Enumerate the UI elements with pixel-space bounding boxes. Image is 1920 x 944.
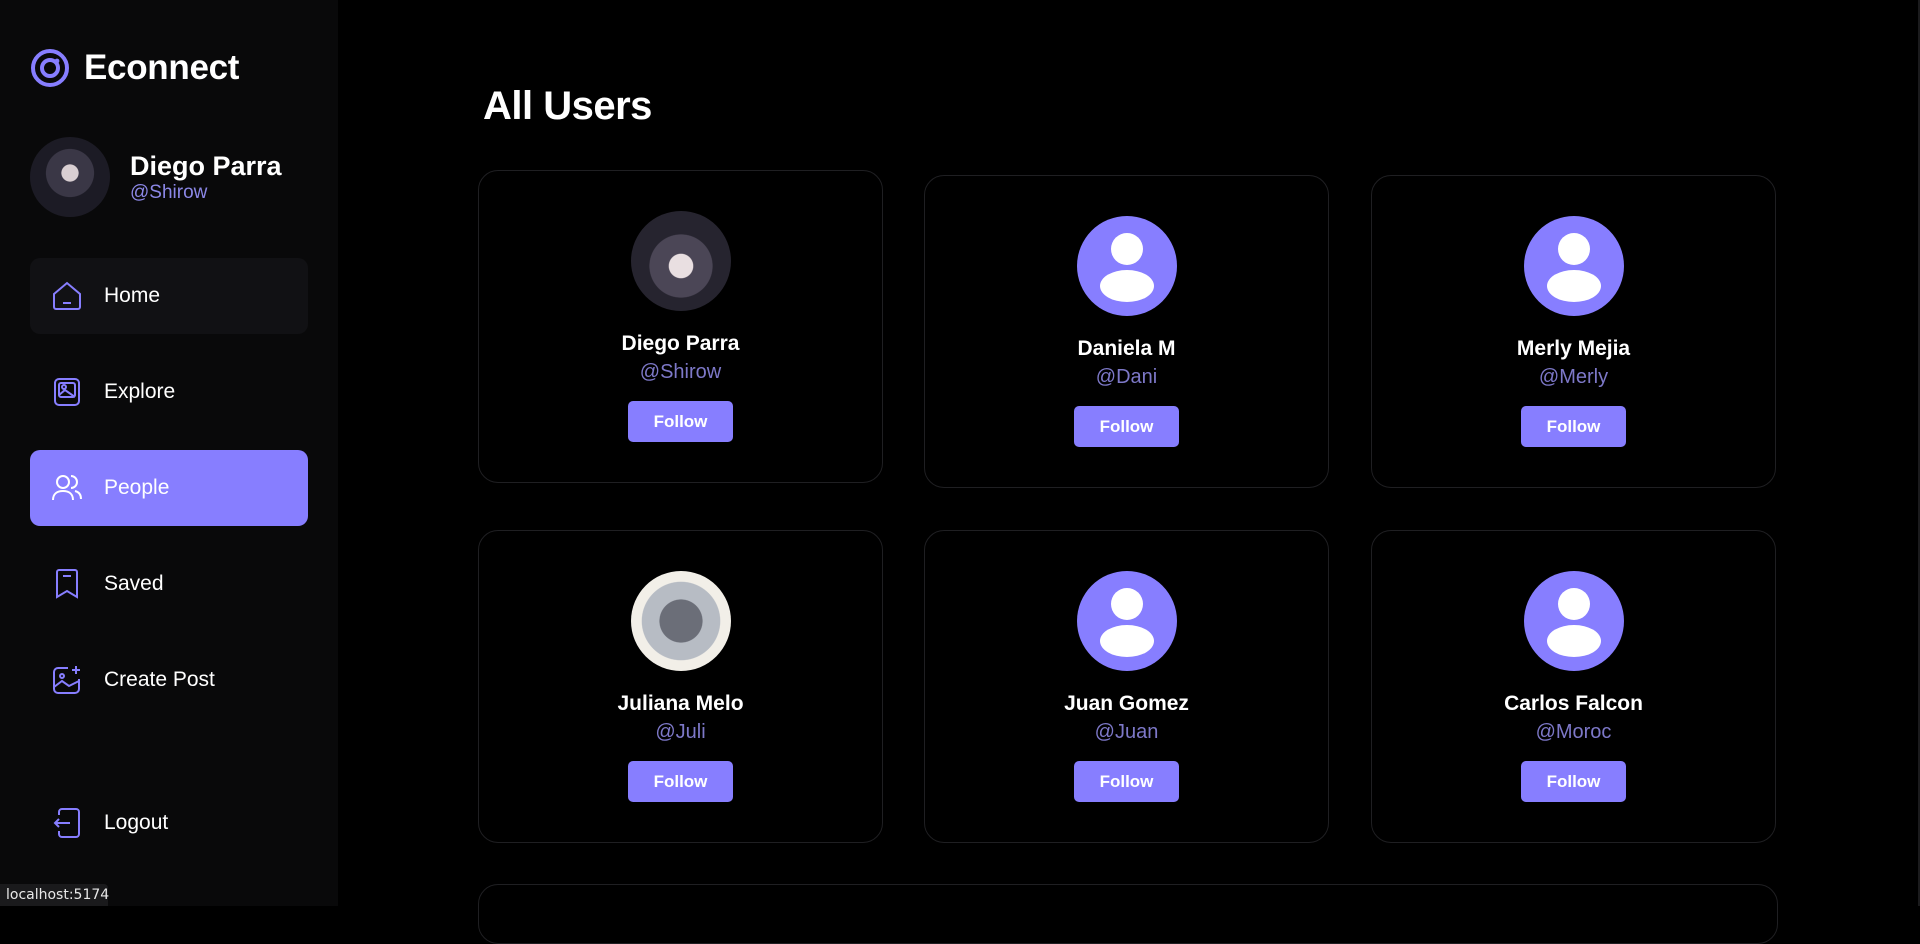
- add-image-icon: [50, 663, 84, 697]
- profile-link[interactable]: Diego Parra @Shirow: [30, 137, 282, 217]
- user-handle: @Juan: [1094, 721, 1159, 743]
- follow-button[interactable]: Follow: [1074, 761, 1179, 802]
- home-icon: [50, 279, 84, 313]
- user-card: Diego Parra @Shirow Follow: [478, 170, 883, 483]
- nav-explore-label: Explore: [104, 380, 176, 403]
- user-card: [478, 884, 1778, 944]
- follow-button[interactable]: Follow: [1521, 761, 1626, 802]
- user-card: Merly Mejia @Merly Follow: [1371, 175, 1776, 488]
- follow-button[interactable]: Follow: [628, 761, 733, 802]
- user-name: Juan Gomez: [1064, 692, 1189, 715]
- people-icon: [50, 471, 84, 505]
- user-icon[interactable]: [1523, 216, 1624, 316]
- user-name: Diego Parra: [621, 332, 740, 355]
- user-handle: @Dani: [1095, 366, 1158, 388]
- follow-button[interactable]: Follow: [1074, 406, 1179, 447]
- user-icon[interactable]: [1076, 216, 1177, 316]
- user-handle: @Shirow: [639, 361, 722, 383]
- avatar: [30, 137, 110, 217]
- image-icon: [50, 375, 84, 409]
- nav-people-label: People: [104, 476, 170, 499]
- nav-saved-label: Saved: [104, 572, 164, 595]
- sidebar: Econnect Diego Parra @Shirow Home Explor…: [0, 0, 338, 906]
- nav-home[interactable]: Home: [30, 258, 308, 334]
- user-name: Daniela M: [1077, 337, 1176, 360]
- user-icon[interactable]: [1523, 571, 1624, 671]
- user-name: Juliana Melo: [617, 692, 744, 715]
- follow-button[interactable]: Follow: [1521, 406, 1626, 447]
- profile-name: Diego Parra: [130, 151, 282, 181]
- nav-home-label: Home: [104, 284, 161, 307]
- bookmark-icon: [50, 567, 84, 601]
- nav-saved[interactable]: Saved: [30, 546, 308, 622]
- nav-people[interactable]: People: [30, 450, 308, 526]
- user-handle: @Moroc: [1535, 721, 1612, 743]
- user-card: Daniela M @Dani Follow: [924, 175, 1329, 488]
- nav-create-post[interactable]: Create Post: [30, 642, 308, 718]
- user-handle: @Juli: [655, 721, 706, 743]
- status-bar-url: localhost:5174: [0, 884, 109, 906]
- logout-label: Logout: [104, 811, 169, 834]
- follow-button[interactable]: Follow: [628, 401, 733, 442]
- logout-button[interactable]: Logout: [30, 785, 308, 861]
- nav-create-post-label: Create Post: [104, 668, 215, 691]
- user-handle: @Merly: [1538, 366, 1609, 388]
- main-content: All Users Diego Parra @Shirow Follow Dan…: [338, 0, 1920, 944]
- brand[interactable]: Econnect: [30, 48, 239, 88]
- brand-name: Econnect: [84, 48, 240, 87]
- profile-handle: @Shirow: [130, 182, 208, 203]
- avatar[interactable]: [630, 571, 731, 671]
- logo-icon: [31, 49, 69, 87]
- user-icon[interactable]: [1076, 571, 1177, 671]
- user-card: Juan Gomez @Juan Follow: [924, 530, 1329, 843]
- page-title: All Users: [483, 84, 652, 128]
- avatar[interactable]: [630, 211, 731, 311]
- user-name: Carlos Falcon: [1504, 692, 1643, 715]
- user-card: Carlos Falcon @Moroc Follow: [1371, 530, 1776, 843]
- nav-explore[interactable]: Explore: [30, 354, 308, 430]
- logout-icon: [50, 806, 84, 840]
- user-card: Juliana Melo @Juli Follow: [478, 530, 883, 843]
- user-name: Merly Mejia: [1516, 337, 1631, 360]
